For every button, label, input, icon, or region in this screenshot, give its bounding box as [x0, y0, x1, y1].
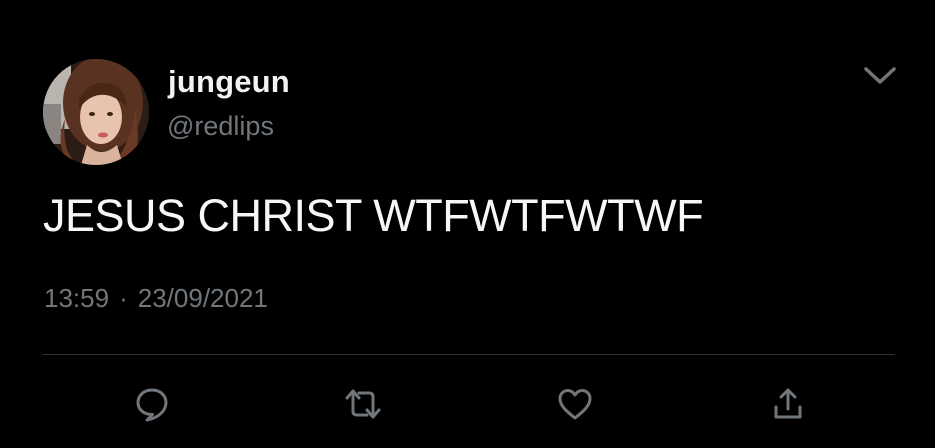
avatar[interactable]: [43, 59, 149, 165]
chevron-down-icon: [864, 67, 896, 84]
display-name[interactable]: jungeun: [168, 64, 290, 100]
speech-bubble-icon: [136, 388, 168, 422]
retweet-arrows-icon: [345, 389, 381, 419]
profile-photo-icon: [43, 59, 149, 165]
tweet-date: 23/09/2021: [137, 283, 268, 313]
tweet-timestamp[interactable]: 13:59 · 23/09/2021: [44, 283, 268, 314]
divider: [43, 354, 895, 355]
share-upload-icon: [774, 388, 802, 419]
share-button[interactable]: [768, 384, 808, 424]
retweet-button[interactable]: [343, 384, 383, 424]
tweet-card: jungeun @redlips JESUS CHRIST WTFWTFWTWF…: [0, 0, 935, 448]
tweet-text: JESUS CHRIST WTFWTFWTWF: [43, 190, 704, 241]
like-button[interactable]: [555, 384, 595, 424]
user-handle[interactable]: @redlips: [167, 111, 274, 142]
more-options-button[interactable]: [858, 58, 902, 94]
reply-button[interactable]: [132, 384, 172, 424]
tweet-time: 13:59: [44, 283, 110, 313]
meta-separator: ·: [119, 283, 128, 313]
heart-icon: [558, 389, 592, 420]
